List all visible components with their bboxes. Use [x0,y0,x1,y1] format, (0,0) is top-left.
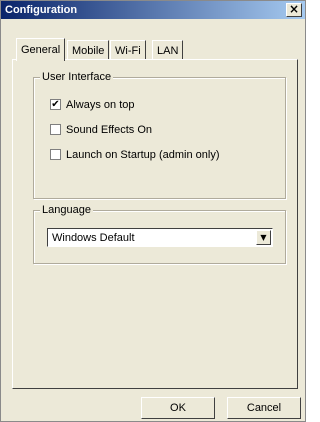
language-select-value: Windows Default [52,232,135,244]
tab-wifi[interactable]: Wi-Fi [110,40,146,60]
always-on-top-label: Always on top [66,99,135,111]
language-select[interactable]: Windows Default ▼ [47,228,273,247]
tab-lan[interactable]: LAN [152,40,184,60]
ok-button[interactable]: OK [141,397,215,419]
sound-effects-checkbox[interactable] [50,124,61,135]
user-interface-group-label: User Interface [40,70,114,84]
tab-panel-general: User Interface ✔ Always on top Sound Eff… [12,59,298,389]
user-interface-group: User Interface ✔ Always on top Sound Eff… [33,70,286,199]
cancel-button[interactable]: Cancel [227,397,301,419]
window-title: Configuration [5,4,78,16]
configuration-dialog: Configuration × General Mobile Wi-Fi LAN… [0,0,306,422]
chevron-down-icon[interactable]: ▼ [256,230,271,245]
language-group: Language Windows Default ▼ [33,203,286,264]
always-on-top-checkbox[interactable]: ✔ [50,99,61,110]
launch-on-startup-checkbox[interactable] [50,149,61,160]
tab-general[interactable]: General [16,38,66,61]
close-icon[interactable]: × [286,3,302,17]
launch-on-startup-label: Launch on Startup (admin only) [66,149,220,161]
tab-mobile[interactable]: Mobile [67,40,110,60]
language-group-label: Language [40,203,93,217]
title-bar[interactable]: Configuration × [1,1,305,19]
sound-effects-label: Sound Effects On [66,124,153,136]
